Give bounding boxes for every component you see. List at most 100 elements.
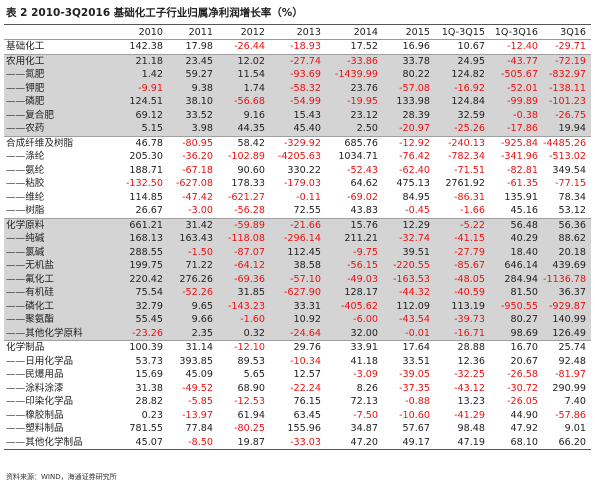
table-row: ——纯碱 168.13 163.43 -118.08 -296.14 211.21 -32.… — [4, 232, 591, 246]
table-row: ——磷化工 32.79 9.65 -143.23 33.31 -405.62 112.09 1… — [4, 299, 591, 313]
growth-rate-table: 2010 2011 2012 2013 2014 2015 1Q-3Q15 1Q-3Q16 3Q… — [4, 26, 591, 450]
value-cell: 17.64 — [383, 340, 435, 355]
value-cell: 9.38 — [168, 81, 218, 95]
value-cell: -87.07 — [218, 245, 270, 259]
value-cell: -26.44 — [234, 41, 265, 52]
value-cell: -832.97 — [543, 68, 591, 82]
value-cell: -9.91 — [116, 81, 168, 95]
value-cell: -33.86 — [326, 53, 383, 68]
value-cell: 80.27 — [490, 313, 543, 327]
value-cell: -62.40 — [399, 164, 430, 176]
value-cell: 12.02 — [218, 53, 270, 68]
table-row: 基础化工 142.38 17.98 -26.44 -18.93 17.52 16.96 10.… — [4, 40, 591, 55]
value-cell: -44.32 — [383, 286, 435, 300]
table-row-category: 化学制品 100.39 31.14 -12.10 29.76 33.91 17.64 28.8… — [4, 340, 591, 355]
value-cell: -0.88 — [405, 396, 430, 407]
table-row: ——其他化学原料 -23.26 2.35 0.32 -24.64 32.00 -0.01 -1… — [4, 326, 591, 341]
value-cell: -627.90 — [270, 286, 326, 300]
value-cell: -163.53 — [383, 272, 435, 286]
value-cell: -39.73 — [435, 313, 490, 327]
value-cell: 439.69 — [543, 259, 591, 273]
value-cell: -49.03 — [326, 272, 383, 286]
value-cell: 211.21 — [326, 232, 383, 246]
value-cell: 53.73 — [135, 355, 163, 367]
value-cell: 155.96 — [287, 423, 321, 434]
value-cell: -43.12 — [454, 382, 485, 394]
value-cell: -132.50 — [125, 178, 163, 189]
value-cell: -17.86 — [490, 122, 543, 136]
value-cell: 0.32 — [218, 326, 270, 341]
row-label: ——磷肥 — [4, 95, 116, 109]
value-cell: 89.53 — [237, 355, 265, 367]
value-cell: 28.82 — [135, 396, 163, 407]
value-cell: 112.45 — [270, 245, 326, 259]
value-cell: -40.59 — [435, 286, 490, 300]
value-cell: 13.23 — [457, 396, 485, 407]
table-row: ——民爆用品 15.69 45.09 5.65 12.57 -3.09 -39.05 -32.… — [4, 368, 591, 382]
value-cell: 5.15 — [116, 122, 168, 136]
value-cell: 15.43 — [270, 108, 326, 122]
value-cell: 10.92 — [270, 313, 326, 327]
row-label: ——农药 — [4, 122, 116, 136]
table-row: ——涤纶 205.30 -36.20 -102.89 -4205.63 1034.71 -7… — [4, 150, 591, 164]
value-cell: -9.75 — [326, 245, 383, 259]
value-cell: 9.16 — [218, 108, 270, 122]
value-cell: 124.51 — [116, 95, 168, 109]
value-cell: -25.26 — [435, 122, 490, 136]
value-cell: -12.10 — [218, 340, 270, 355]
row-label: 农用化工 — [4, 53, 116, 68]
value-cell: 26.67 — [135, 205, 163, 216]
value-cell: 18.40 — [490, 245, 543, 259]
value-cell: -341.96 — [500, 151, 538, 162]
source-note: 资料来源：WIND，海通证券研究所 — [6, 473, 117, 481]
value-cell: 66.20 — [543, 435, 591, 450]
value-cell: 205.30 — [129, 151, 163, 162]
table-row: ——复合肥 69.12 33.52 9.16 15.43 23.12 28.39 32.59-… — [4, 108, 591, 122]
value-cell: 80.22 — [383, 68, 435, 82]
value-cell: 75.54 — [116, 286, 168, 300]
value-cell: -58.32 — [270, 81, 326, 95]
value-cell: -101.23 — [543, 95, 591, 109]
value-cell: 0.23 — [141, 409, 163, 421]
value-cell: -82.81 — [507, 164, 538, 176]
value-cell: -61.35 — [507, 178, 538, 189]
value-cell: 33.52 — [168, 108, 218, 122]
value-cell: -12.92 — [383, 135, 435, 150]
value-cell: -3.09 — [353, 369, 378, 380]
value-cell: -26.05 — [507, 396, 538, 407]
value-cell: 53.12 — [558, 205, 586, 216]
value-cell: 17.52 — [350, 41, 378, 52]
value-cell: 781.55 — [129, 423, 163, 434]
value-cell: 2.35 — [168, 326, 218, 341]
value-cell: -0.38 — [490, 108, 543, 122]
row-label: ——其他化学制品 — [4, 435, 116, 450]
value-cell: 47.20 — [326, 435, 383, 450]
column-header: 1Q-3Q15 — [435, 26, 490, 40]
value-cell: -30.72 — [507, 382, 538, 394]
value-cell: 90.60 — [237, 164, 265, 176]
table-row: ——塑料制品 781.55 77.84 -80.25 155.96 34.87 57.67 9… — [4, 422, 591, 436]
value-cell: -47.42 — [182, 191, 213, 203]
table-row: ——氟化工 220.42 276.26 -69.36 -57.10 -49.03 -163.… — [4, 272, 591, 286]
value-cell: 46.78 — [116, 135, 168, 150]
row-label: 基础化工 — [6, 41, 45, 52]
value-cell: 33.51 — [402, 355, 430, 367]
value-cell: 98.48 — [457, 423, 485, 434]
row-label: ——日用化学品 — [6, 355, 74, 367]
value-cell: -36.20 — [182, 151, 213, 162]
value-cell: -52.01 — [490, 81, 543, 95]
value-cell: 16.70 — [490, 340, 543, 355]
value-cell: 47.19 — [435, 435, 490, 450]
value-cell: -64.12 — [218, 259, 270, 273]
value-cell: -86.31 — [454, 191, 485, 203]
value-cell: 15.69 — [135, 369, 163, 380]
row-label: ——维纶 — [6, 191, 45, 203]
value-cell: -8.50 — [168, 435, 218, 450]
value-cell: -7.50 — [353, 409, 378, 421]
table-row: ——有机硅 75.54 -52.26 31.85 -627.90 128.17 -44.32… — [4, 286, 591, 300]
value-cell: -54.99 — [270, 95, 326, 109]
value-cell: 45.16 — [510, 205, 538, 216]
row-label: ——民爆用品 — [6, 369, 64, 380]
value-cell: -296.14 — [270, 232, 326, 246]
value-cell: -4485.26 — [543, 135, 591, 150]
